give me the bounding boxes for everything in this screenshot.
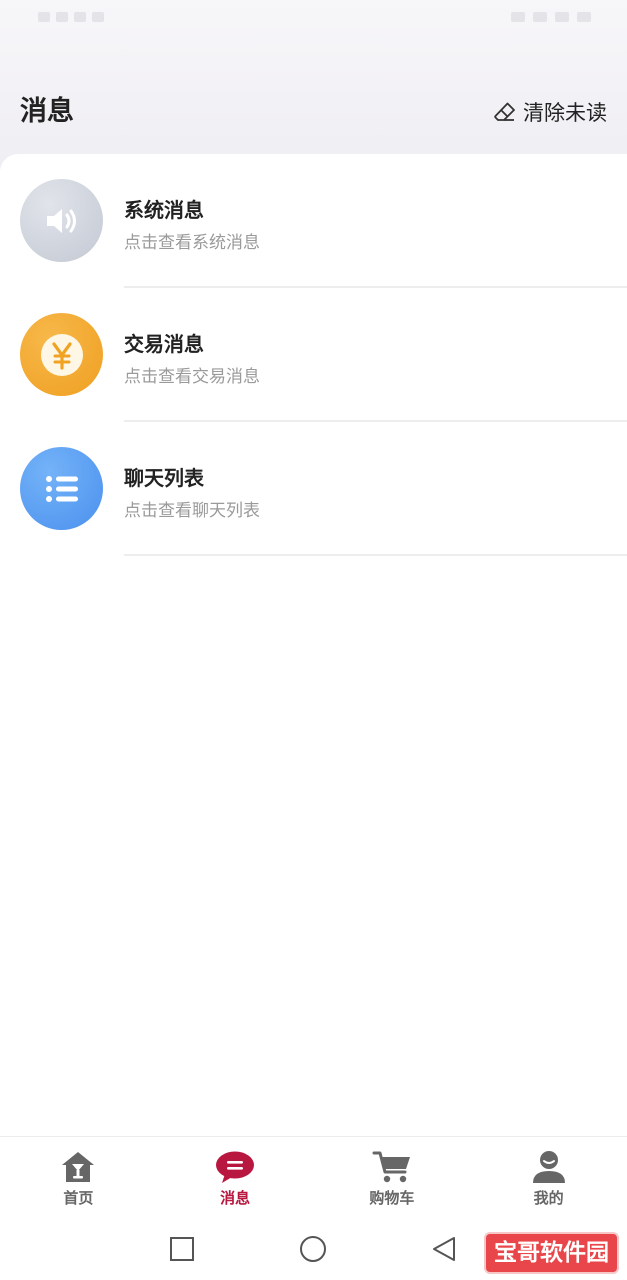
watermark-badge: 宝哥软件园	[484, 1232, 619, 1274]
speaker-icon	[46, 208, 76, 233]
trade-message-avatar	[20, 313, 103, 396]
status-icon	[533, 12, 547, 22]
chat-list-avatar	[20, 447, 103, 530]
clear-unread-button[interactable]: 清除未读	[493, 92, 607, 132]
system-message-avatar	[20, 179, 103, 262]
message-title: 交易消息	[124, 332, 204, 356]
tab-label: 购物车	[369, 1189, 415, 1207]
home-icon	[58, 1149, 98, 1185]
status-icon	[74, 12, 86, 22]
user-icon	[529, 1149, 569, 1185]
message-item-chat[interactable]: 聊天列表 点击查看聊天列表	[0, 422, 627, 556]
message-subtitle: 点击查看交易消息	[124, 367, 260, 387]
status-icon	[38, 12, 50, 22]
message-subtitle: 点击查看系统消息	[124, 233, 260, 253]
tab-label: 我的	[533, 1189, 564, 1207]
tab-cart[interactable]: 购物车	[314, 1137, 471, 1219]
status-icon	[56, 12, 68, 22]
divider	[124, 554, 627, 556]
clear-unread-label: 清除未读	[523, 101, 607, 125]
square-icon	[170, 1237, 194, 1261]
status-icon	[511, 12, 525, 22]
tab-label: 消息	[220, 1189, 251, 1207]
triangle-back-icon	[433, 1237, 455, 1261]
tab-messages[interactable]: 消息	[157, 1137, 314, 1219]
circle-icon	[300, 1236, 326, 1262]
cart-icon	[372, 1149, 412, 1185]
page-title: 消息	[20, 96, 74, 127]
message-title: 系统消息	[124, 198, 204, 222]
status-right-icons	[511, 12, 591, 22]
message-item-trade[interactable]: 交易消息 点击查看交易消息	[0, 288, 627, 422]
chat-bubble-icon	[215, 1149, 255, 1185]
bottom-tab-bar: 首页 消息 购物车 我的	[0, 1136, 627, 1219]
tab-label: 首页	[63, 1189, 94, 1207]
eraser-icon	[494, 102, 515, 121]
home-nav-button[interactable]	[296, 1232, 330, 1266]
tab-home[interactable]: 首页	[0, 1137, 157, 1219]
status-left-icons	[38, 12, 104, 22]
message-title: 聊天列表	[124, 466, 204, 490]
message-list: 系统消息 点击查看系统消息 交易消息 点击查看交易消息 聊天列表 点击查看聊天列…	[0, 154, 627, 1136]
status-bar	[0, 0, 627, 40]
list-icon	[45, 475, 78, 502]
back-nav-button[interactable]	[427, 1232, 461, 1266]
message-item-system[interactable]: 系统消息 点击查看系统消息	[0, 154, 627, 288]
tab-profile[interactable]: 我的	[470, 1137, 627, 1219]
yen-icon	[40, 333, 83, 376]
status-icon	[577, 12, 591, 22]
status-icon	[555, 12, 569, 22]
recent-apps-button[interactable]	[165, 1232, 199, 1266]
message-subtitle: 点击查看聊天列表	[124, 501, 260, 521]
status-icon	[92, 12, 104, 22]
